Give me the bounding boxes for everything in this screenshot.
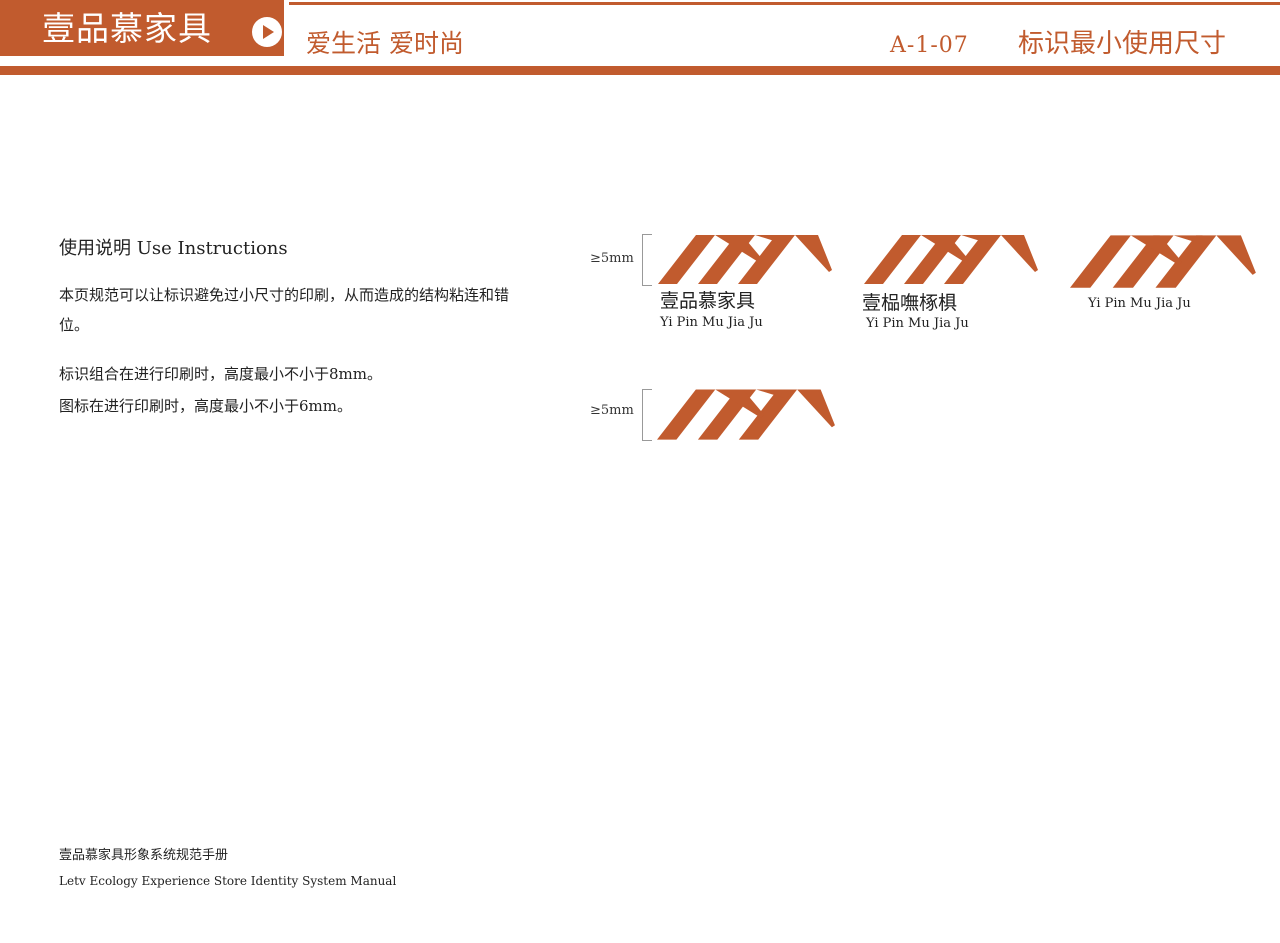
min-size-label-bottom: ≥5mm	[590, 403, 634, 418]
header-bottom-rule	[0, 66, 1280, 75]
logo-name-en: Yi Pin Mu Jia Ju	[866, 316, 969, 331]
brand-banner: 壹品慕家具	[0, 0, 284, 56]
logo-mark-icon	[657, 389, 835, 440]
page-code: A-1-07	[890, 33, 969, 58]
footer-title-en: Letv Ecology Experience Store Identity S…	[59, 874, 397, 888]
logo-mark-icon	[864, 235, 1038, 284]
size-bracket-bottom	[642, 389, 652, 441]
slogan: 爱生活 爱时尚	[306, 29, 464, 58]
min-size-label-top: ≥5mm	[590, 251, 634, 266]
logo-name-en: Yi Pin Mu Jia Ju	[1088, 296, 1191, 311]
play-arrow-icon	[252, 17, 282, 47]
header-top-rule	[289, 2, 1280, 5]
brand-title: 壹品慕家具	[42, 8, 212, 48]
logo-name-en: Yi Pin Mu Jia Ju	[660, 315, 763, 330]
logo-mark-icon	[658, 235, 832, 284]
instructions-title: 使用说明 Use Instructions	[59, 238, 288, 259]
logo-name-cn: 壹品慕家具	[660, 290, 756, 312]
instructions-line-lockup: 标识组合在进行印刷时，高度最小不小于8mm。	[59, 365, 382, 383]
page-title: 标识最小使用尺寸	[1018, 29, 1227, 59]
footer-title-cn: 壹品慕家具形象系统规范手册	[59, 848, 229, 863]
size-bracket-top	[642, 234, 652, 286]
logo-name-cn-variant: 壹榀嘸椓椇	[862, 292, 958, 314]
logo-mark-icon	[1070, 235, 1256, 288]
instructions-paragraph: 本页规范可以让标识避免过小尺寸的印刷，从而造成的结构粘连和错位。	[59, 286, 510, 334]
instructions-line-icon: 图标在进行印刷时，高度最小不小于6mm。	[59, 397, 352, 415]
